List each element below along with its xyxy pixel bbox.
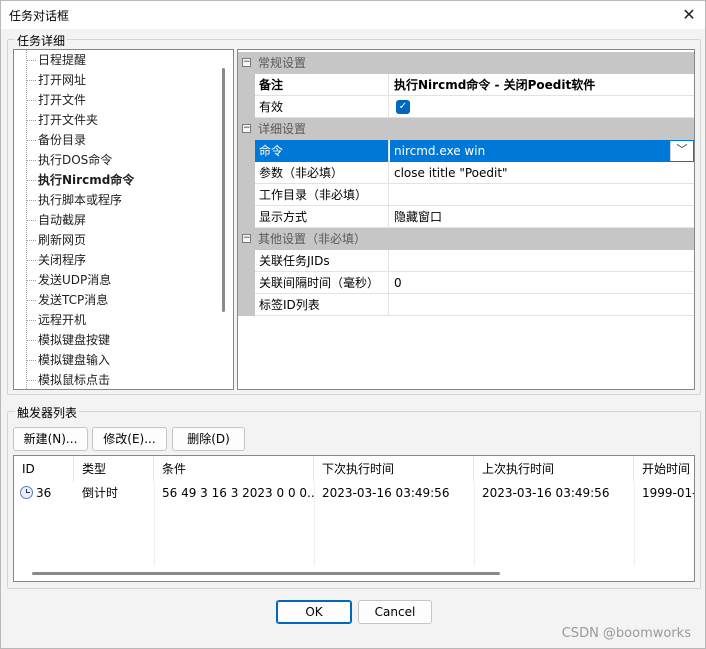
command-combobox[interactable]: nircmd.exe win ﹀ (390, 140, 694, 162)
trigger-table[interactable]: ID 类型 条件 下次执行时间 上次执行时间 开始时间 36 倒计时 56 49… (13, 455, 695, 582)
category-label: 其他设置（非必填） (258, 232, 367, 246)
row-gutter (238, 96, 255, 118)
row-gutter (238, 294, 255, 316)
task-type-item[interactable]: 执行Nircmd命令 (25, 170, 134, 190)
task-type-item[interactable]: 模拟键盘按键 (25, 330, 110, 350)
window-title: 任务对话框 (9, 9, 70, 23)
prop-row-tag-ids[interactable]: 标签ID列表 (238, 294, 694, 316)
horizontal-scrollbar[interactable] (32, 572, 500, 575)
row-gutter (238, 206, 255, 228)
property-grid[interactable]: − 常规设置 备注 执行Nircmd命令 - 关闭Poedit软件 有效 ✓ −… (237, 49, 695, 390)
task-type-item[interactable]: 打开文件夹 (25, 110, 98, 130)
cell-next-run[interactable]: 2023-03-16 03:49:56 (314, 482, 474, 504)
task-type-item[interactable]: 日程提醒 (25, 50, 86, 70)
column-header-type[interactable]: 类型 (74, 456, 154, 482)
collapse-icon[interactable]: − (242, 234, 251, 243)
prop-value[interactable]: 隐藏窗口 (390, 206, 694, 228)
prop-name: 关联间隔时间（毫秒） (255, 272, 389, 294)
task-detail-label: 任务详细 (15, 32, 68, 49)
category-general[interactable]: − 常规设置 (238, 52, 694, 74)
edit-trigger-button[interactable]: 修改(E)... (92, 427, 167, 451)
row-gutter (238, 250, 255, 272)
prop-value[interactable] (390, 184, 694, 206)
prop-row-note[interactable]: 备注 执行Nircmd命令 - 关闭Poedit软件 (238, 74, 694, 96)
category-label: 详细设置 (258, 122, 307, 136)
prop-row-workdir[interactable]: 工作目录（非必填） (238, 184, 694, 206)
command-input[interactable]: nircmd.exe win (391, 141, 670, 161)
task-type-item[interactable]: 打开网址 (25, 70, 86, 90)
row-gutter (238, 74, 255, 96)
task-type-item[interactable]: 自动截屏 (25, 210, 86, 230)
prop-value[interactable]: 执行Nircmd命令 - 关闭Poedit软件 (390, 74, 694, 96)
close-icon[interactable]: ✕ (677, 3, 701, 27)
task-type-item[interactable]: 打开文件 (25, 90, 86, 110)
row-gutter (238, 162, 255, 184)
prop-name: 关联任务JIDs (255, 250, 389, 272)
list-scrollbar[interactable] (222, 68, 225, 312)
row-gutter (238, 184, 255, 206)
delete-trigger-button[interactable]: 删除(D) (172, 427, 245, 451)
task-type-item[interactable]: 备份目录 (25, 130, 86, 150)
prop-row-enabled[interactable]: 有效 ✓ (238, 96, 694, 118)
chevron-down-icon[interactable]: ﹀ (670, 141, 693, 161)
task-type-item[interactable]: 执行DOS命令 (25, 150, 112, 170)
prop-row-interval[interactable]: 关联间隔时间（毫秒） 0 (238, 272, 694, 294)
title-bar: 任务对话框 ✕ (1, 1, 705, 29)
prop-row-command[interactable]: 命令 nircmd.exe win ﹀ (238, 140, 694, 162)
prop-value[interactable]: 0 (390, 272, 694, 294)
category-other[interactable]: − 其他设置（非必填） (238, 228, 694, 250)
prop-row-related-jids[interactable]: 关联任务JIDs (238, 250, 694, 272)
category-label: 常规设置 (258, 56, 307, 70)
column-header-last-run[interactable]: 上次执行时间 (474, 456, 634, 482)
prop-row-display-mode[interactable]: 显示方式 隐藏窗口 (238, 206, 694, 228)
task-type-item[interactable]: 执行脚本或程序 (25, 190, 122, 210)
prop-name: 显示方式 (255, 206, 389, 228)
task-type-item[interactable]: 模拟键盘输入 (25, 350, 110, 370)
prop-value[interactable] (390, 294, 694, 316)
task-type-list[interactable]: 日程提醒 打开网址 打开文件 打开文件夹 备份目录 执行DOS命令 执行Nircmd命令 执行… (13, 49, 234, 390)
task-type-item[interactable]: 关闭程序 (25, 250, 86, 270)
column-header-condition[interactable]: 条件 (154, 456, 314, 482)
row-gutter (238, 140, 255, 162)
column-header-next-run[interactable]: 下次执行时间 (314, 456, 474, 482)
prop-value[interactable]: close ititle "Poedit" (390, 162, 694, 184)
trigger-group-label: 触发器列表 (15, 404, 80, 421)
cell-start[interactable]: 1999-01- (634, 482, 694, 504)
prop-row-params[interactable]: 参数（非必填） close ititle "Poedit" (238, 162, 694, 184)
collapse-icon[interactable]: − (242, 124, 251, 133)
prop-name: 标签ID列表 (255, 294, 389, 316)
enabled-checkbox[interactable]: ✓ (396, 100, 410, 114)
task-type-item[interactable]: 发送UDP消息 (25, 270, 111, 290)
collapse-icon[interactable]: − (242, 58, 251, 67)
prop-value[interactable] (390, 250, 694, 272)
row-gutter (238, 272, 255, 294)
watermark: CSDN @boomworks (561, 626, 691, 641)
task-dialog: 任务对话框 ✕ 任务详细 日程提醒 打开网址 打开文件 打开文件夹 备份目录 执行DOS命… (0, 0, 706, 649)
ok-button[interactable]: OK (276, 600, 352, 624)
category-detail[interactable]: − 详细设置 (238, 118, 694, 140)
cell-id[interactable]: 36 (28, 482, 74, 504)
prop-name: 备注 (255, 74, 389, 96)
task-type-item[interactable]: 刷新网页 (25, 230, 86, 250)
column-header-id[interactable]: ID (14, 456, 74, 482)
task-type-item[interactable]: 模拟鼠标点击 (25, 370, 110, 389)
prop-name: 参数（非必填） (255, 162, 389, 184)
new-trigger-button[interactable]: 新建(N)... (13, 427, 88, 451)
cancel-button[interactable]: Cancel (358, 600, 432, 624)
cell-condition[interactable]: 56 49 3 16 3 2023 0 0 0... (154, 482, 314, 504)
prop-name: 有效 (255, 96, 389, 118)
prop-name: 命令 (255, 140, 389, 162)
column-header-start[interactable]: 开始时间 (634, 456, 694, 482)
task-type-item[interactable]: 发送TCP消息 (25, 290, 108, 310)
prop-value[interactable]: ✓ (390, 96, 694, 118)
prop-name: 工作目录（非必填） (255, 184, 389, 206)
task-type-item[interactable]: 远程开机 (25, 310, 86, 330)
cell-last-run[interactable]: 2023-03-16 03:49:56 (474, 482, 634, 504)
cell-type[interactable]: 倒计时 (74, 482, 154, 504)
